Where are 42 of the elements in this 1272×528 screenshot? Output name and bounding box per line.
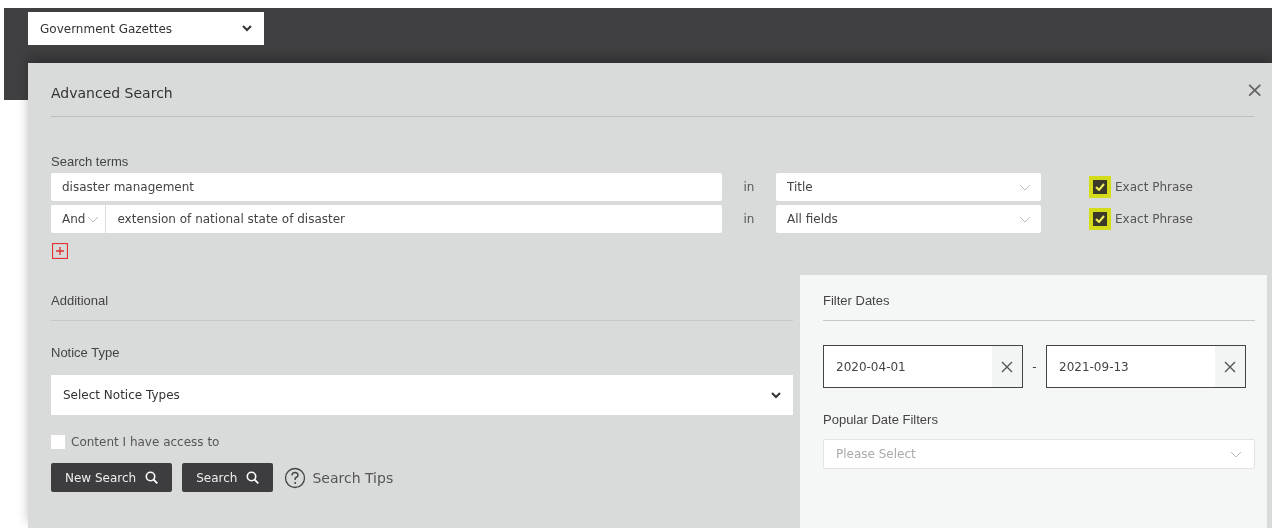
section-title: Additional [51, 293, 793, 321]
search-term-field[interactable]: And extension of national state of disaster [51, 205, 722, 233]
date-field[interactable]: 2021-09-13 [1046, 345, 1246, 388]
field-dropdown[interactable]: Title [776, 173, 1041, 201]
search-icon [145, 471, 159, 484]
chevron-icon [1230, 450, 1242, 458]
collection-dropdown[interactable]: Government Gazettes [28, 12, 264, 45]
dialog-title: Advanced Search [51, 83, 173, 101]
close-button[interactable]: × [1245, 78, 1264, 101]
operator-dropdown[interactable]: And [51, 205, 107, 233]
chevron-icon [242, 25, 252, 32]
section-title: Filter Dates [823, 293, 1255, 321]
section-label: Search terms [51, 154, 130, 169]
search-button[interactable]: Search [182, 463, 274, 492]
checkbox-label: Exact Phrase [1115, 180, 1193, 194]
date-separator: - [1031, 359, 1038, 374]
checkmark-icon [1095, 183, 1105, 191]
chevron-icon [771, 391, 781, 399]
date-field[interactable]: 2020-04-01 [823, 345, 1023, 388]
checkbox[interactable] [51, 435, 65, 449]
close-icon [1224, 360, 1236, 373]
field-dropdown[interactable]: All fields [776, 205, 1041, 233]
search-term-field[interactable]: disaster management [51, 173, 722, 201]
chevron-icon [1019, 215, 1031, 223]
search-icon [246, 471, 260, 484]
checkmark-icon [1095, 215, 1105, 223]
clear-button[interactable] [992, 346, 1022, 387]
close-icon [1001, 360, 1013, 373]
chevron-icon [87, 215, 100, 223]
add-row-icon [52, 243, 68, 259]
checkbox-label: Content I have access to [71, 435, 220, 449]
chevron-icon [1019, 183, 1031, 191]
in-label: in [742, 180, 756, 194]
search-tips-link[interactable]: Search Tips [312, 469, 394, 486]
notice-type-dropdown[interactable]: Select Notice Types [51, 375, 793, 415]
field-label: Popular Date Filters [823, 412, 939, 427]
in-label: in [742, 212, 756, 226]
help-icon [284, 466, 307, 489]
clear-button[interactable] [1215, 346, 1245, 387]
checkbox-label: Exact Phrase [1115, 212, 1193, 226]
field-label: Notice Type [51, 345, 121, 360]
new-search-button[interactable]: New Search [51, 463, 173, 492]
